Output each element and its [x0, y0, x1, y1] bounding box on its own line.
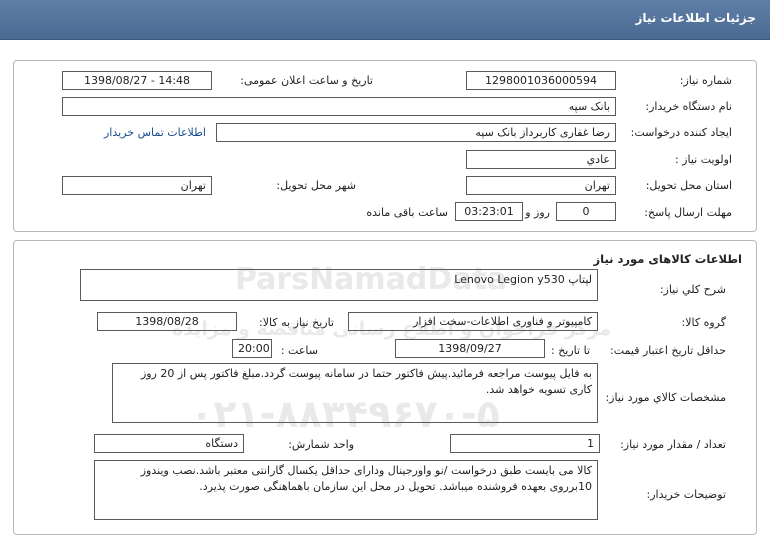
deadline-days-field: 0 — [556, 202, 616, 221]
creator-label: ایجاد کننده درخواست: — [630, 126, 732, 139]
qty-field: 1 — [450, 434, 600, 453]
qty-label: تعداد / مقدار مورد نیاز: — [620, 438, 726, 451]
creator-field: رضا غفاری کاربرداز بانک سپه — [216, 123, 616, 142]
need-number-label: شماره نیاز: — [679, 74, 732, 87]
watermark-brand: ParsNamadData — [235, 262, 508, 297]
buyer-org-label: نام دستگاه خریدار: — [645, 100, 732, 113]
goods-section-title: اطلاعات کالاهای مورد نیاز — [593, 252, 742, 266]
watermark-line2: ۰۲۱-۸۸۳۴۹۶۷۰-۵ — [190, 392, 500, 436]
summary-label: شرح کلي نیاز: — [659, 283, 726, 296]
announce-label: تاریخ و ساعت اعلان عمومی: — [240, 74, 373, 87]
specs-label: مشخصات کالاي مورد نیاز: — [605, 391, 726, 404]
province-label: استان محل تحویل: — [645, 179, 732, 192]
city-field: تهران — [62, 176, 212, 195]
watermark-line1: مرکز فراخوان و اطلاع رسانی مناقصه و مزای… — [172, 318, 612, 340]
buyer-org-field: بانک سپه — [62, 97, 616, 116]
group-label: گروه کالا: — [681, 316, 726, 329]
until-date-label: تا تاریخ : — [551, 344, 590, 357]
validity-label: حداقل تاریخ اعتبار قیمت: — [610, 344, 726, 357]
page-title: جزئیات اطلاعات نیاز — [635, 11, 756, 25]
buyer-notes-field: کالا می بایست طبق درخواست /نو واورجینال … — [94, 460, 598, 520]
buyer-contact-link[interactable]: اطلاعات تماس خریدار — [104, 126, 206, 139]
unit-field: دستگاه — [94, 434, 244, 453]
validity-hour-label: ساعت : — [280, 344, 318, 357]
city-label: شهر محل تحویل: — [276, 179, 356, 192]
need-number-field: 1298001036000594 — [466, 71, 616, 90]
validity-time-field: 20:00 — [232, 339, 272, 358]
priority-field: عادي — [466, 150, 616, 169]
buyer-notes-label: توضیحات خریدار: — [646, 488, 727, 501]
day-and-label: روز و — [525, 206, 550, 219]
deadline-time-field: 03:23:01 — [455, 202, 523, 221]
province-field: تهران — [466, 176, 616, 195]
deadline-label: مهلت ارسال پاسخ: — [644, 206, 732, 219]
validity-date-field: 1398/09/27 — [395, 339, 545, 358]
announce-field: 1398/08/27 - 14:48 — [62, 71, 212, 90]
remaining-label: ساعت باقی مانده — [366, 206, 448, 219]
priority-label: اولویت نیاز : — [674, 153, 732, 166]
unit-label: واحد شمارش: — [288, 438, 354, 451]
